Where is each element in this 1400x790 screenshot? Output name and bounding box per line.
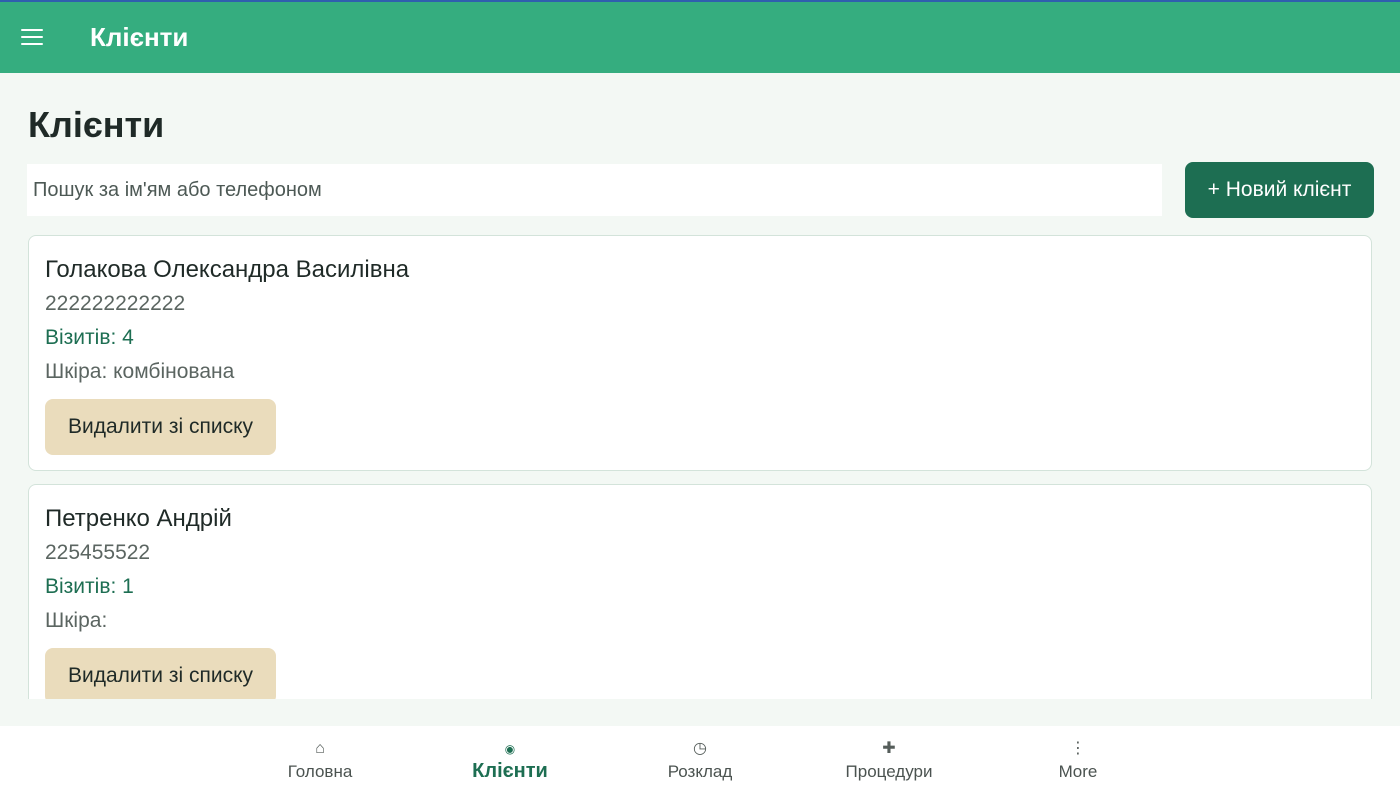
client-skin-type: Шкіра: — [45, 609, 108, 632]
client-phone: 222222222222 — [45, 292, 186, 315]
nav-label: Головна — [287, 762, 353, 781]
nav-label: More — [1058, 762, 1098, 781]
nav-label: Розклад — [667, 762, 733, 781]
hamburger-menu-icon[interactable] — [21, 29, 43, 45]
delete-client-button[interactable]: Видалити зі списку — [45, 399, 276, 455]
app-bar-title: Клієнти — [90, 22, 189, 52]
client-skin-type: Шкіра: комбінована — [45, 360, 235, 383]
nav-item-procedures[interactable]: ✚ Процедури — [829, 726, 949, 790]
home-icon: ⌂ — [315, 740, 325, 757]
clock-icon: ◷ — [693, 740, 707, 757]
search-input[interactable] — [27, 164, 1162, 216]
client-phone: 225455522 — [45, 541, 151, 564]
nav-item-more[interactable]: ⋮ More — [1018, 726, 1138, 790]
new-client-button[interactable]: + Новий клієнт — [1185, 162, 1374, 218]
client-list: Голакова Олександра Василівна 2222222222… — [0, 235, 1400, 699]
app-bar: Клієнти — [0, 0, 1400, 73]
nav-item-home[interactable]: ⌂ Головна — [260, 726, 380, 790]
nav-label: Процедури — [845, 762, 933, 781]
client-visits: Візитів: 4 — [45, 326, 134, 349]
client-name[interactable]: Голакова Олександра Василівна — [45, 256, 409, 284]
nav-item-clients[interactable]: ◉ Клієнти — [450, 726, 570, 790]
client-card: Петренко Андрій 225455522 Візитів: 1 Шкі… — [28, 484, 1372, 699]
client-card: Голакова Олександра Василівна 2222222222… — [28, 235, 1372, 471]
nav-item-schedule[interactable]: ◷ Розклад — [640, 726, 760, 790]
more-icon: ⋮ — [1070, 740, 1086, 757]
plus-icon: ✚ — [882, 740, 896, 757]
delete-client-button[interactable]: Видалити зі списку — [45, 648, 276, 699]
page-title: Клієнти — [28, 104, 165, 145]
nav-label: Клієнти — [472, 760, 548, 782]
client-visits: Візитів: 1 — [45, 575, 134, 598]
bottom-navigation: ⌂ Головна ◉ Клієнти ◷ Розклад ✚ Процедур… — [0, 726, 1400, 790]
clients-icon: ◉ — [504, 742, 516, 756]
client-name[interactable]: Петренко Андрій — [45, 505, 232, 533]
